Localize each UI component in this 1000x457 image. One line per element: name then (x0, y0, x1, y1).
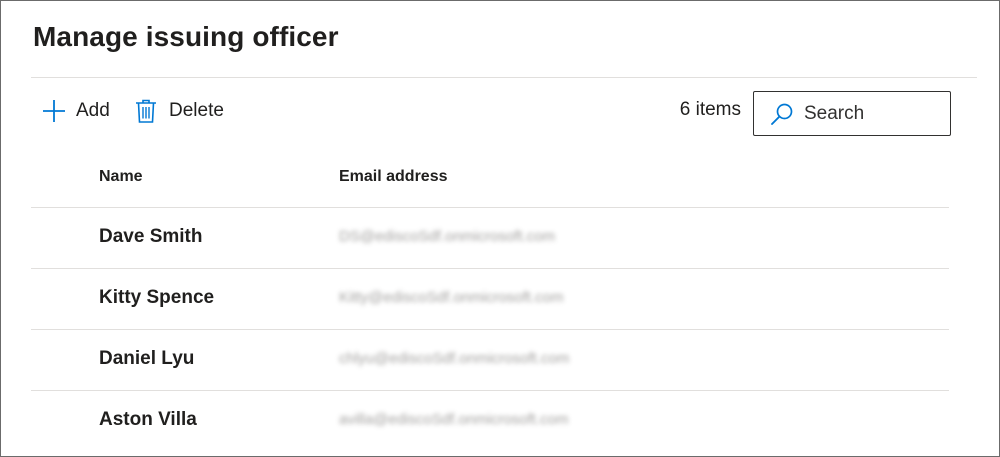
officer-email: Kitty@ediscoSdf.onmicrosoft.com (339, 289, 564, 306)
delete-button-label: Delete (169, 100, 224, 121)
column-header-name[interactable]: Name (99, 168, 143, 186)
officer-email: chlyu@ediscoSdf.onmicrosoft.com (339, 350, 570, 367)
officer-name: Dave Smith (99, 226, 203, 247)
officer-name: Daniel Lyu (99, 348, 195, 369)
table-header-row: Name Email address (31, 147, 949, 208)
table-row[interactable]: Daniel Lyu chlyu@ediscoSdf.onmicrosoft.c… (31, 330, 949, 391)
search-icon (770, 102, 794, 126)
officer-name: Kitty Spence (99, 287, 215, 308)
add-button-label: Add (76, 100, 110, 121)
table-row[interactable]: Kitty Spence Kitty@ediscoSdf.onmicrosoft… (31, 269, 949, 330)
title-divider (31, 77, 977, 78)
search-box[interactable] (753, 91, 951, 136)
column-header-email[interactable]: Email address (339, 168, 448, 186)
add-button[interactable]: Add (41, 95, 110, 127)
officer-email: DS@ediscoSdf.onmicrosoft.com (339, 228, 556, 245)
officer-name: Aston Villa (99, 409, 197, 430)
table-row[interactable]: Aston Villa avilla@ediscoSdf.onmicrosoft… (31, 391, 949, 452)
manage-issuing-officer-panel: Manage issuing officer Add Delete 6 item… (0, 0, 1000, 457)
search-input[interactable] (804, 102, 944, 125)
trash-icon (134, 98, 158, 124)
officers-table: Name Email address Dave Smith DS@ediscoS… (31, 147, 949, 452)
table-row[interactable]: Dave Smith DS@ediscoSdf.onmicrosoft.com (31, 208, 949, 269)
officer-email: avilla@ediscoSdf.onmicrosoft.com (339, 411, 569, 428)
plus-icon (41, 98, 67, 124)
page-title: Manage issuing officer (33, 21, 339, 52)
items-count: 6 items (679, 99, 741, 120)
delete-button[interactable]: Delete (134, 95, 224, 127)
